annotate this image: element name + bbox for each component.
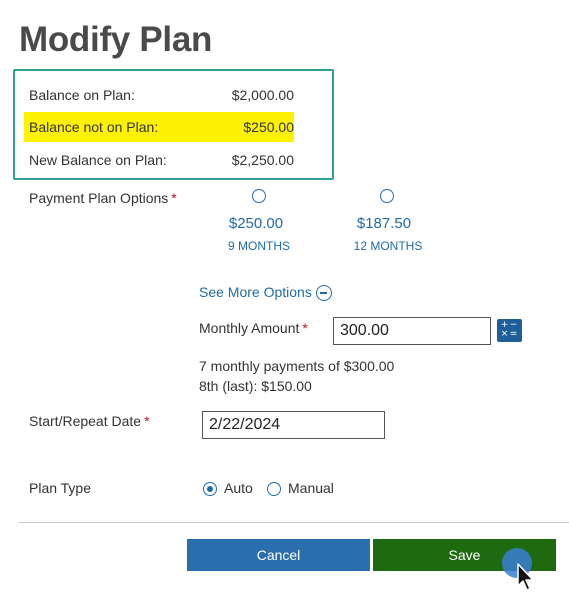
option-radio-9-months[interactable] (252, 189, 266, 203)
calculator-icon[interactable]: +− ×= (497, 319, 522, 342)
page-title: Modify Plan (19, 20, 213, 59)
start-repeat-date-text: Start/Repeat Date (29, 413, 142, 429)
balance-not-on-plan-row: Balance not on Plan: $250.00 (24, 112, 294, 142)
start-repeat-date-input[interactable] (202, 411, 385, 439)
required-marker: * (171, 190, 177, 206)
mouse-pointer-icon (517, 563, 534, 591)
payment-summary-line2: 8th (last): $150.00 (199, 378, 312, 394)
option-amount-9-months[interactable]: $250.00 (216, 215, 296, 232)
balance-on-plan-row: Balance on Plan: $2,000.00 (24, 80, 294, 110)
required-marker: * (144, 413, 150, 429)
plan-type-label: Plan Type (29, 480, 92, 496)
required-marker: * (302, 320, 308, 336)
calc-times-glyph: × (500, 329, 509, 339)
balance-on-plan-label: Balance on Plan: (29, 87, 135, 103)
balance-not-on-plan-label: Balance not on Plan: (29, 119, 159, 135)
new-balance-value: $2,250.00 (231, 152, 294, 168)
payment-plan-options-label: Payment Plan Options * (29, 190, 177, 206)
plan-type-auto-label[interactable]: Auto (224, 480, 253, 496)
monthly-amount-input[interactable] (333, 317, 491, 345)
option-radio-12-months[interactable] (380, 189, 394, 203)
calc-equals-glyph: = (509, 329, 518, 339)
payment-plan-options-text: Payment Plan Options (29, 190, 169, 206)
new-balance-label: New Balance on Plan: (29, 152, 167, 168)
monthly-amount-text: Monthly Amount (199, 320, 300, 336)
minus-circle-icon[interactable] (316, 285, 332, 301)
see-more-options-link[interactable]: See More Options (199, 284, 312, 300)
option-term-12-months[interactable]: 12 MONTHS (343, 239, 433, 253)
balance-not-on-plan-value: $250.00 (243, 119, 294, 135)
cancel-button[interactable]: Cancel (187, 539, 370, 571)
divider (19, 522, 569, 523)
balance-on-plan-value: $2,000.00 (231, 87, 294, 103)
balance-summary: Balance on Plan: $2,000.00 Balance not o… (13, 69, 334, 180)
plan-type-manual-radio[interactable] (267, 482, 281, 496)
payment-summary-line1: 7 monthly payments of $300.00 (199, 358, 395, 374)
plan-type-auto-radio[interactable] (203, 482, 217, 496)
option-amount-12-months[interactable]: $187.50 (344, 215, 424, 232)
new-balance-row: New Balance on Plan: $2,250.00 (24, 145, 294, 175)
monthly-amount-label: Monthly Amount * (199, 320, 308, 336)
start-repeat-date-label: Start/Repeat Date * (29, 413, 150, 429)
option-term-9-months[interactable]: 9 MONTHS (214, 239, 304, 253)
plan-type-manual-label[interactable]: Manual (288, 480, 334, 496)
